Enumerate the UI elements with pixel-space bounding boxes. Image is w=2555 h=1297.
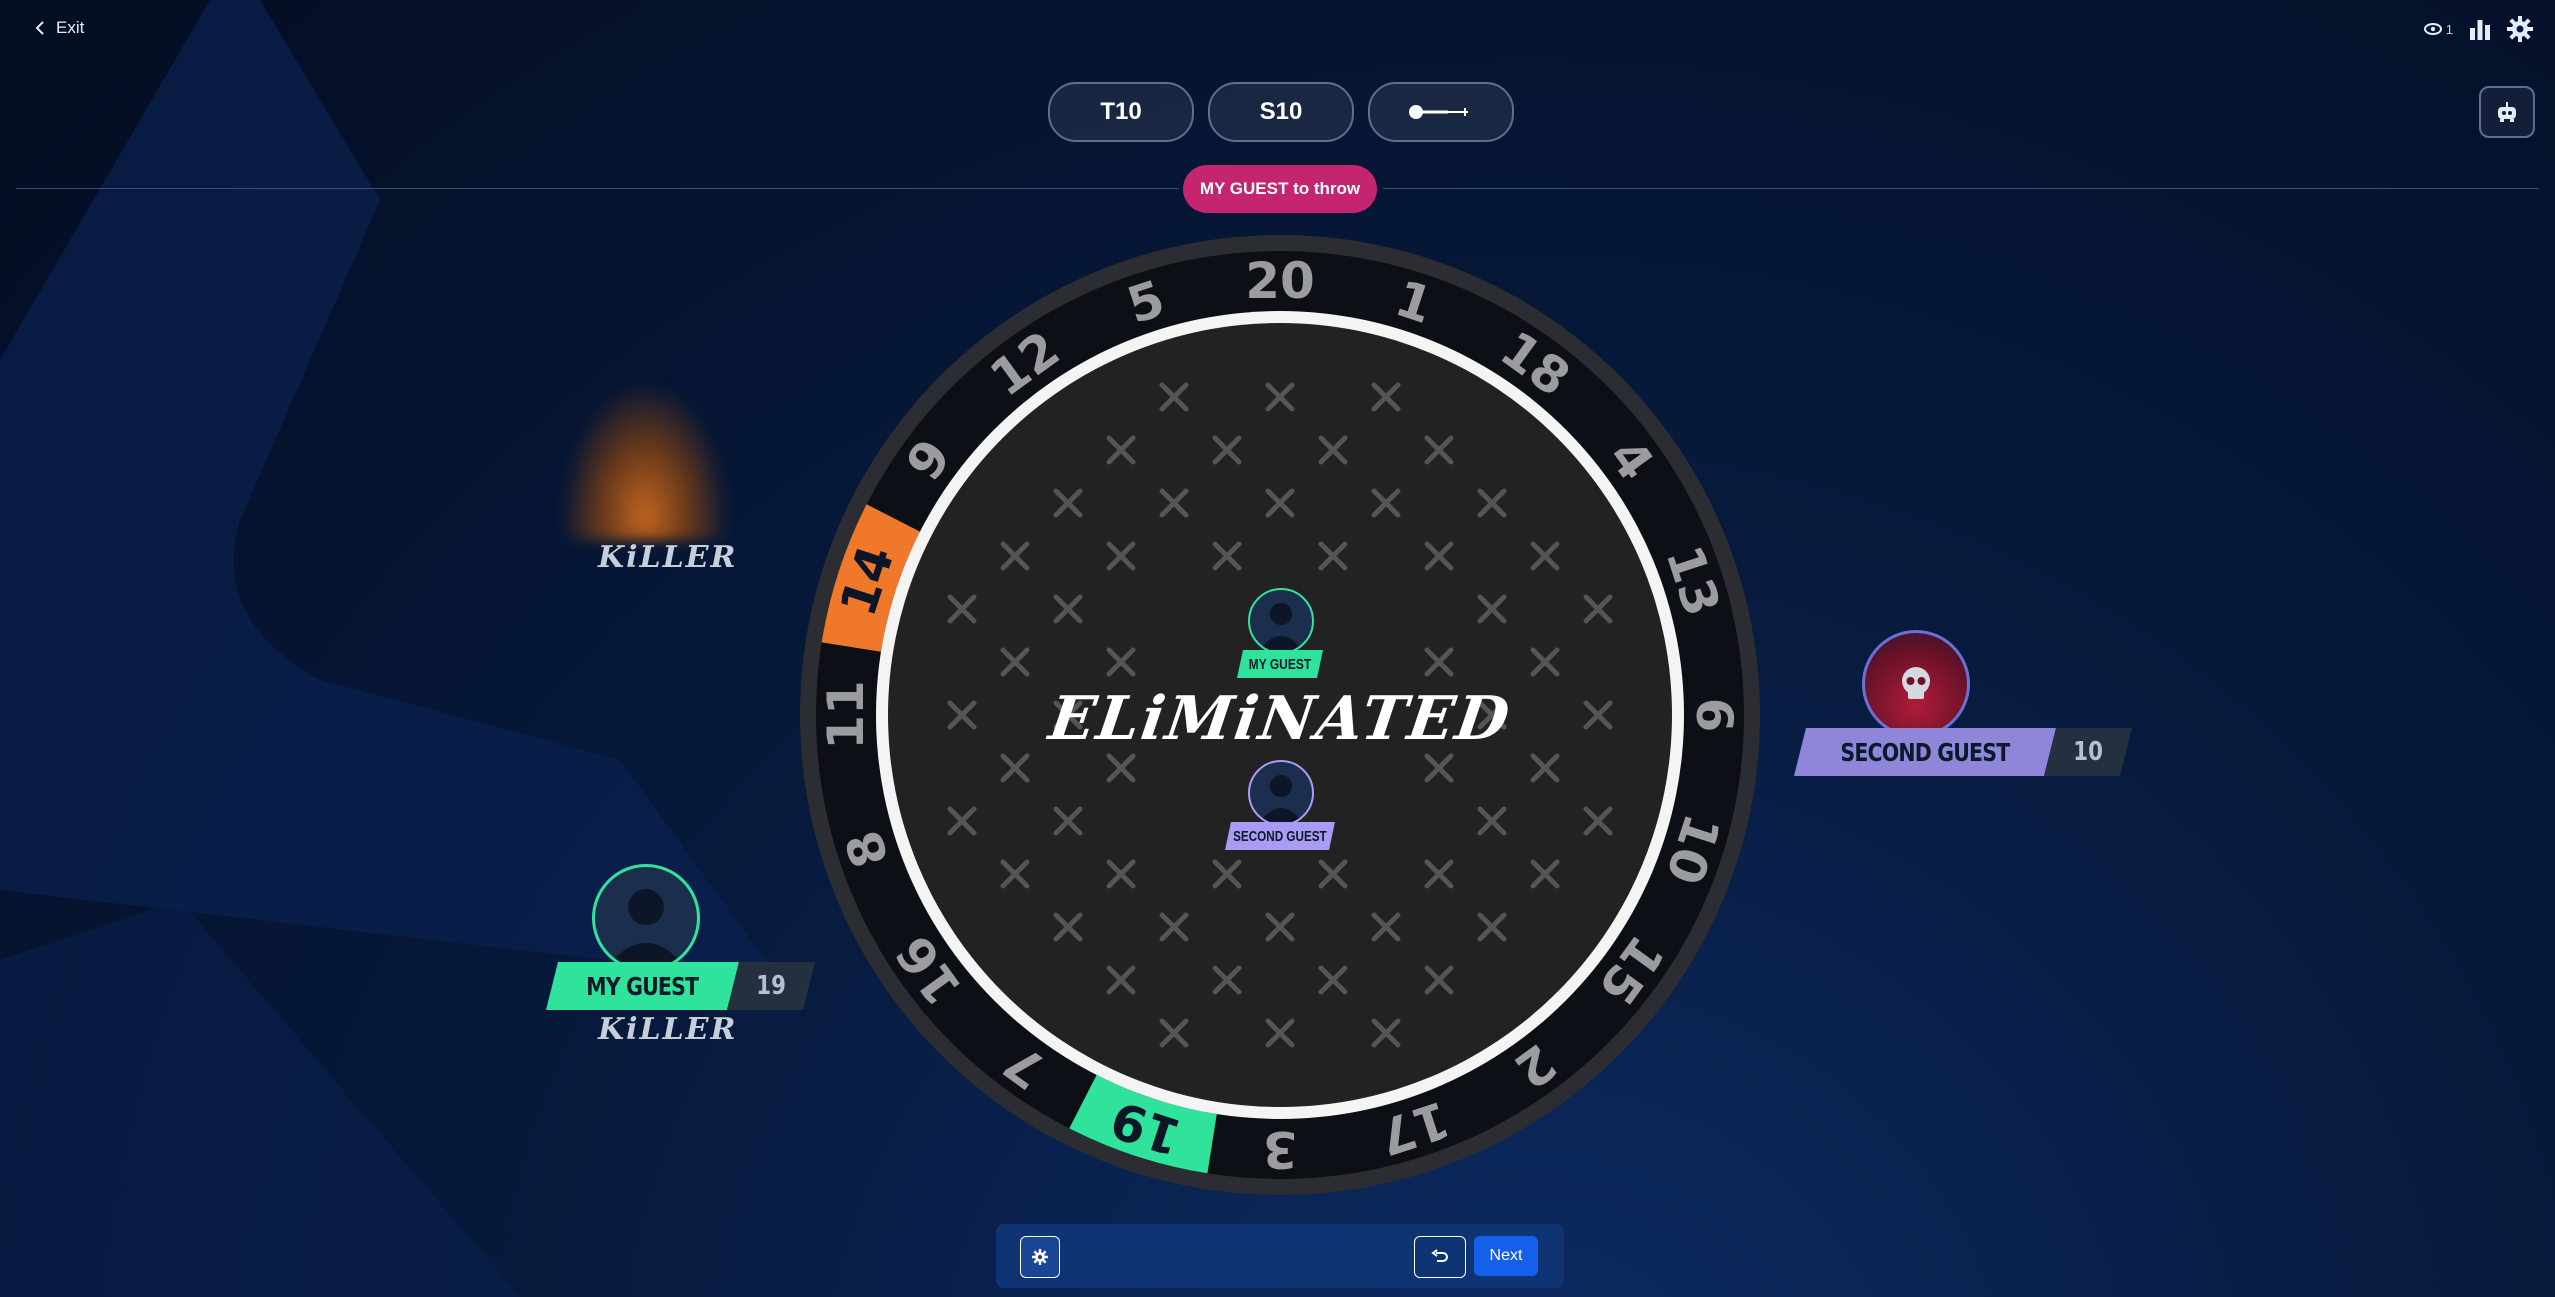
second-guest-tag: SECOND GUEST 10	[1794, 728, 2133, 776]
my-guest-name: MY GUEST	[586, 971, 699, 1001]
second-guest-name: SECOND GUEST	[1840, 737, 2010, 767]
my-guest-avatar[interactable]	[592, 864, 700, 972]
undo-button[interactable]	[1414, 1236, 1466, 1278]
center-avatar-my-guest	[1248, 588, 1314, 654]
dartboard[interactable]: 20 1 18 4 13 6 10 15 2 17 3 19 7 16 8 11 14 9 12 5 MY GUEST…	[800, 232, 1760, 1198]
second-guest-name-plate: SECOND GUEST	[1794, 728, 2057, 776]
skull-icon	[1902, 667, 1930, 699]
next-label: Next	[1489, 1247, 1523, 1264]
center-tag-label: SECOND GUEST	[1233, 827, 1327, 845]
second-guest-score: 10	[2073, 737, 2103, 767]
left-top-player-blurred	[560, 380, 730, 540]
top-right-toolbar: 1	[2423, 16, 2533, 42]
viewer-counter: 1	[2423, 21, 2453, 37]
target-pill-t10[interactable]: T10	[1048, 82, 1194, 142]
chevron-left-icon	[35, 21, 44, 35]
bot-button[interactable]	[2479, 86, 2535, 138]
target-pill-s10[interactable]: S10	[1208, 82, 1354, 142]
my-guest-name-plate: MY GUEST	[546, 962, 739, 1010]
my-guest-score: 19	[755, 971, 786, 1001]
center-tag-label: MY GUEST	[1248, 655, 1312, 673]
divider-right	[1383, 188, 2539, 189]
bottom-settings-button[interactable]	[1020, 1236, 1060, 1278]
my-guest-tag: MY GUEST 19	[546, 962, 815, 1010]
person-silhouette-icon	[1258, 603, 1304, 652]
center-tag-second-guest: SECOND GUEST	[1225, 822, 1335, 850]
second-guest-score-plate: 10	[2044, 728, 2133, 776]
my-guest-score-plate: 19	[726, 962, 815, 1010]
dart-icon	[1409, 105, 1468, 119]
my-guest-status: KiLLER	[598, 1012, 738, 1047]
exit-label: Exit	[56, 18, 85, 37]
left-top-player-status: KiLLER	[598, 540, 738, 575]
eye-icon	[2423, 23, 2442, 35]
gear-icon	[1032, 1249, 1048, 1265]
exit-button[interactable]: Exit	[34, 18, 84, 38]
target-label: S10	[1259, 98, 1303, 125]
center-avatar-second-guest	[1248, 760, 1314, 826]
viewer-count: 1	[2445, 21, 2453, 37]
board-number-20[interactable]: 20	[1245, 252, 1315, 310]
target-pill-dart[interactable]	[1368, 82, 1514, 142]
target-label: T10	[1100, 98, 1142, 125]
person-silhouette-icon	[1258, 775, 1304, 824]
turn-indicator: MY GUEST to throw	[1183, 165, 1377, 213]
next-button[interactable]: Next	[1474, 1236, 1538, 1276]
robot-icon	[2498, 102, 2516, 122]
board-number-3[interactable]: 3	[1263, 1120, 1298, 1178]
bar-chart-icon[interactable]	[2469, 18, 2491, 40]
center-tag-my-guest: MY GUEST	[1237, 650, 1323, 678]
bottom-control-bar: Next	[996, 1224, 1564, 1288]
undo-icon	[1431, 1249, 1448, 1262]
person-silhouette-icon	[605, 889, 687, 969]
gear-icon[interactable]	[2507, 16, 2533, 42]
center-status: ELiMiNATED	[1044, 684, 1516, 754]
second-guest-avatar[interactable]	[1862, 630, 1970, 738]
divider-left	[16, 188, 1178, 189]
